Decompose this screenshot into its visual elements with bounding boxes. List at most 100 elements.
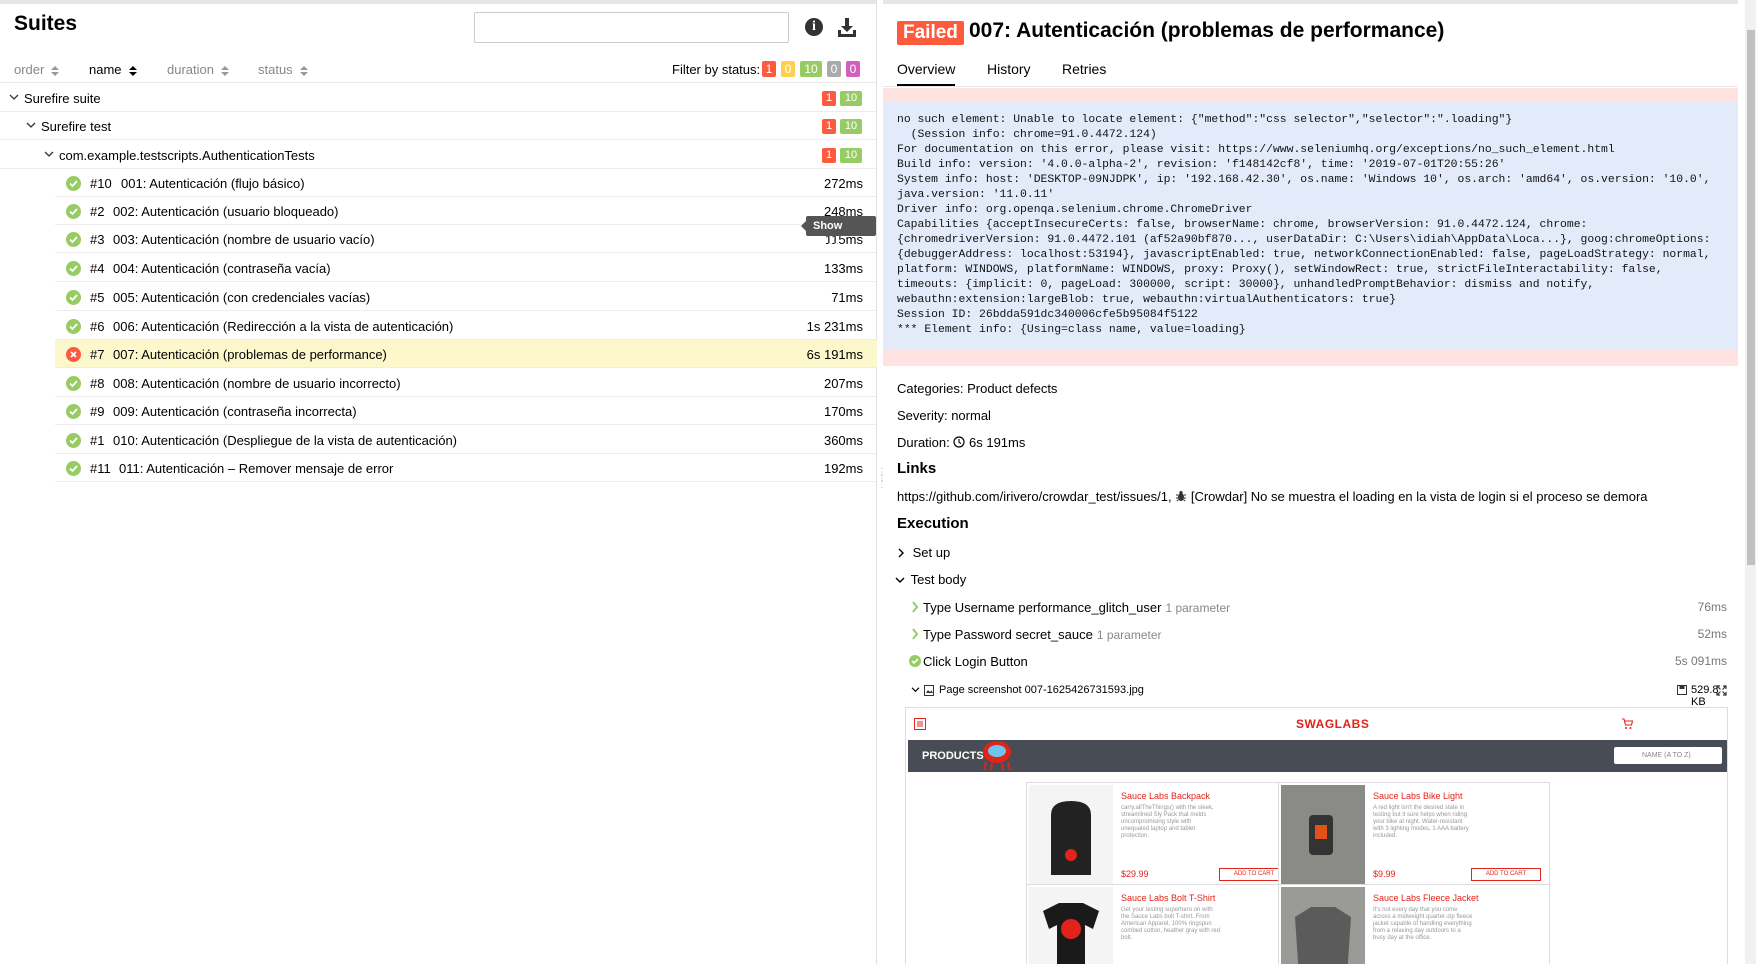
attachment-row[interactable]: Page screenshot 007-1625426731593.jpg 52… bbox=[909, 682, 1727, 708]
chevron-right-icon bbox=[898, 548, 904, 558]
step-name: Type Password secret_sauce 1 parameter bbox=[923, 627, 1162, 642]
passed-icon bbox=[66, 461, 81, 476]
passed-icon bbox=[66, 176, 81, 191]
product-title: Sauce Labs Fleece Jacket bbox=[1373, 893, 1479, 903]
attachment-name: Page screenshot 007-1625426731593.jpg bbox=[939, 684, 1144, 696]
filter-skipped-badge[interactable]: 0 bbox=[827, 61, 841, 77]
chevron-down-icon bbox=[44, 151, 54, 157]
sort-arrows-icon bbox=[51, 65, 60, 76]
expand-icon[interactable] bbox=[1716, 685, 1727, 696]
tree-node-label: com.example.testscripts.AuthenticationTe… bbox=[59, 148, 315, 163]
sort-arrows-icon bbox=[299, 65, 308, 76]
categories-value: Product defects bbox=[967, 381, 1058, 396]
test-number: #3 bbox=[90, 232, 105, 247]
page-title: Suites bbox=[14, 12, 78, 35]
test-body-toggle[interactable]: Test body bbox=[895, 572, 966, 587]
robot-mascot-icon bbox=[983, 741, 1011, 771]
sort-by-order[interactable]: order bbox=[14, 62, 60, 77]
link-url[interactable]: https://github.com/irivero/crowdar_test/… bbox=[897, 489, 1168, 504]
tab-history[interactable]: History bbox=[987, 61, 1031, 87]
links-heading: Links bbox=[897, 460, 937, 477]
sort-label: duration bbox=[167, 62, 214, 77]
test-row[interactable]: #6 006: Autenticación (Redirección a la … bbox=[55, 312, 877, 340]
test-number: #5 bbox=[90, 290, 105, 305]
test-name: 007: Autenticación (problemas de perform… bbox=[113, 347, 387, 362]
sort-label: name bbox=[89, 62, 122, 77]
test-row[interactable]: #3 003: Autenticación (nombre de usuario… bbox=[55, 225, 877, 253]
test-name: 010: Autenticación (Despliegue de la vis… bbox=[113, 433, 457, 448]
tree-node-label: Surefire test bbox=[41, 119, 112, 134]
sort-select: NAME (A TO Z) bbox=[1614, 747, 1722, 764]
bug-icon bbox=[1176, 491, 1187, 502]
sort-by-duration[interactable]: duration bbox=[167, 62, 229, 77]
test-duration: 360ms bbox=[823, 433, 863, 448]
test-row-selected[interactable]: #7 007: Autenticación (problemas de perf… bbox=[55, 340, 877, 368]
search-input[interactable] bbox=[474, 12, 789, 43]
cart-icon bbox=[1622, 718, 1633, 729]
test-row[interactable]: #5 005: Autenticación (con credenciales … bbox=[55, 283, 877, 311]
tab-overview[interactable]: Overview bbox=[897, 61, 956, 87]
chevron-down-icon bbox=[895, 577, 905, 583]
filter-passed-badge[interactable]: 10 bbox=[800, 61, 822, 77]
attachment-screenshot[interactable]: SWAGLABS PRODUCTS NAME (A TO Z) Sauce La… bbox=[905, 707, 1728, 964]
sort-label: status bbox=[258, 62, 293, 77]
test-row[interactable]: #11 011: Autenticación – Remover mensaje… bbox=[55, 454, 877, 482]
sort-by-status[interactable]: status bbox=[258, 62, 308, 77]
tree-node-suite[interactable]: Surefire suite 1 10 bbox=[0, 84, 877, 112]
tree-node-test[interactable]: Surefire test 1 10 bbox=[0, 112, 877, 140]
links-row: https://github.com/irivero/crowdar_test/… bbox=[897, 489, 1648, 504]
sort-label: order bbox=[14, 62, 45, 77]
filter-failed-badge[interactable]: 1 bbox=[762, 61, 776, 77]
severity-value: normal bbox=[951, 408, 991, 423]
link-issue[interactable]: [Crowdar] No se muestra el loading en la… bbox=[1191, 489, 1648, 504]
test-row[interactable]: #8 008: Autenticación (nombre de usuario… bbox=[55, 369, 877, 397]
step-name: Click Login Button bbox=[923, 654, 1028, 669]
menu-icon bbox=[914, 718, 926, 730]
chevron-right-icon bbox=[912, 601, 919, 613]
test-name: 009: Autenticación (contraseña incorrect… bbox=[113, 404, 357, 419]
test-name: 004: Autenticación (contraseña vacía) bbox=[113, 261, 331, 276]
step-row[interactable]: Click Login Button 5s 091ms bbox=[909, 650, 1727, 674]
setup-toggle[interactable]: Set up bbox=[897, 545, 950, 560]
product-title: Sauce Labs Bike Light bbox=[1373, 791, 1463, 801]
sort-by-name[interactable]: name bbox=[89, 62, 137, 77]
scrollbar-thumb[interactable] bbox=[1747, 30, 1755, 565]
filter-unknown-badge[interactable]: 0 bbox=[846, 61, 860, 77]
severity-label: Severity: bbox=[897, 408, 948, 423]
error-trace-box[interactable]: no such element: Unable to locate elemen… bbox=[883, 88, 1738, 366]
step-param: 1 parameter bbox=[1096, 628, 1162, 642]
test-duration: 207ms bbox=[823, 376, 863, 391]
filter-broken-badge[interactable]: 0 bbox=[781, 61, 795, 77]
tab-retries[interactable]: Retries bbox=[1062, 61, 1106, 87]
step-label: Click Login Button bbox=[923, 654, 1028, 669]
test-number: #6 bbox=[90, 319, 105, 334]
info-icon[interactable]: i bbox=[805, 18, 823, 36]
test-row[interactable]: #10 001: Autenticación (flujo básico) 27… bbox=[55, 169, 877, 197]
passed-icon bbox=[66, 404, 81, 419]
passed-icon bbox=[909, 655, 921, 667]
test-name: 006: Autenticación (Redirección a la vis… bbox=[113, 319, 454, 334]
test-row[interactable]: #9 009: Autenticación (contraseña incorr… bbox=[55, 397, 877, 425]
test-number: #9 bbox=[90, 404, 105, 419]
failed-count-badge: 1 bbox=[822, 119, 836, 134]
tree-node-class[interactable]: com.example.testscripts.AuthenticationTe… bbox=[0, 141, 877, 169]
product-title: Sauce Labs Backpack bbox=[1121, 791, 1211, 801]
tree-node-label: Surefire suite bbox=[24, 91, 101, 106]
test-row[interactable]: #2 002: Autenticación (usuario bloqueado… bbox=[55, 197, 877, 225]
passed-icon bbox=[66, 261, 81, 276]
categories-line: Categories: Product defects bbox=[897, 381, 1057, 396]
step-row[interactable]: Type Password secret_sauce 1 parameter 52… bbox=[909, 623, 1727, 647]
sort-arrows-icon bbox=[128, 65, 137, 76]
step-row[interactable]: Type Username performance_glitch_user 1 p… bbox=[909, 596, 1727, 620]
image-file-icon bbox=[924, 685, 934, 696]
passed-icon bbox=[66, 433, 81, 448]
products-label: PRODUCTS bbox=[922, 750, 984, 762]
test-row[interactable]: #1 010: Autenticación (Despliegue de la … bbox=[55, 426, 877, 454]
add-to-cart-button: ADD TO CART bbox=[1471, 868, 1541, 881]
save-icon[interactable] bbox=[1677, 685, 1687, 695]
product-description: Get your testing superhero on with the S… bbox=[1121, 907, 1221, 941]
product-image bbox=[1281, 785, 1365, 889]
download-icon[interactable] bbox=[836, 16, 858, 38]
product-image bbox=[1029, 887, 1113, 964]
test-row[interactable]: #4 004: Autenticación (contraseña vacía)… bbox=[55, 254, 877, 282]
